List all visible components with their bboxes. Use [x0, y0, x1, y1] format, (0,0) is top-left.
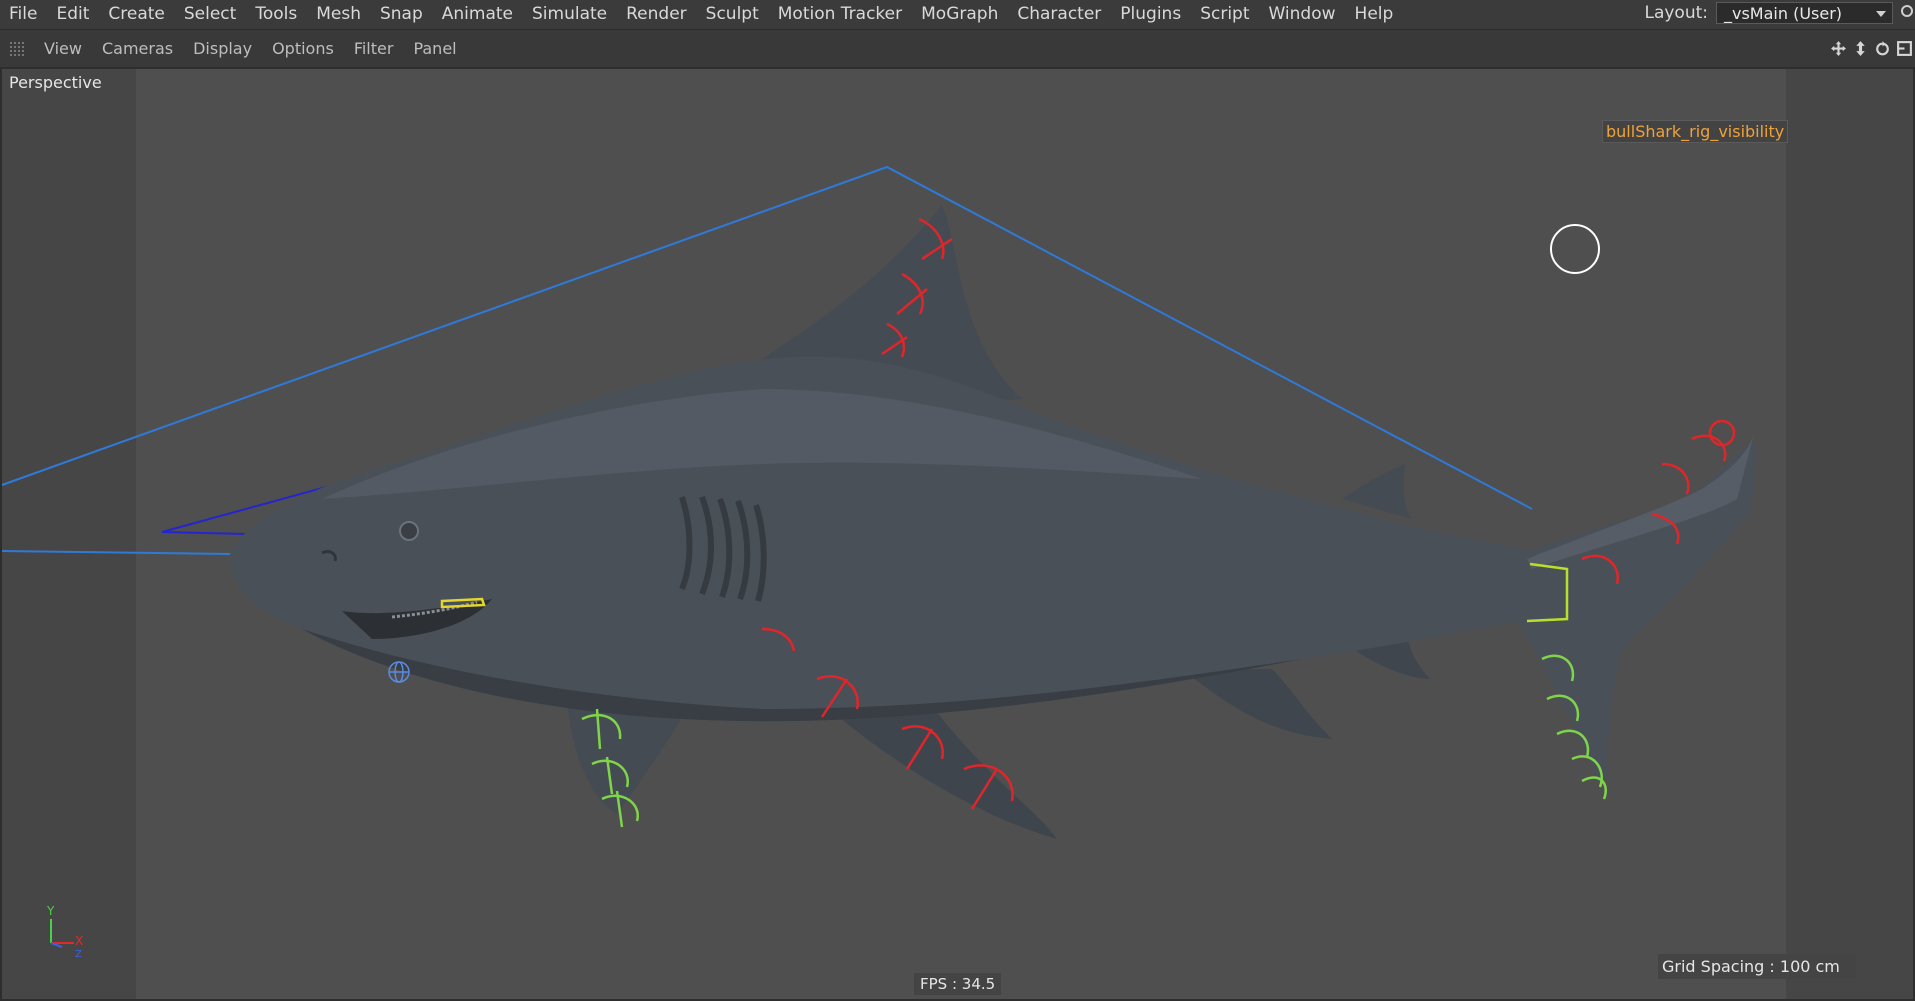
axis-z-label: Z	[75, 949, 82, 960]
viewport-menu-options[interactable]: Options	[262, 30, 344, 67]
panel-grip-icon[interactable]	[9, 40, 25, 57]
menu-create[interactable]: Create	[99, 0, 175, 29]
axis-y-label: Y	[46, 904, 55, 918]
layout-label: Layout:	[1644, 3, 1708, 23]
viewport-menu-cameras[interactable]: Cameras	[92, 30, 183, 67]
rig-spline-snout	[161, 531, 248, 535]
menu-script[interactable]: Script	[1191, 0, 1259, 29]
menu-character[interactable]: Character	[1008, 0, 1111, 29]
menu-edit[interactable]: Edit	[47, 0, 99, 29]
viewport-menu-filter[interactable]: Filter	[344, 30, 404, 67]
brush-cursor-icon	[1550, 224, 1600, 274]
viewport-menu-panel[interactable]: Panel	[403, 30, 466, 67]
menu-motion-tracker[interactable]: Motion Tracker	[769, 0, 912, 29]
menu-sculpt[interactable]: Sculpt	[697, 0, 769, 29]
rotate-view-icon[interactable]	[1874, 40, 1891, 57]
viewport-menu-bar: View Cameras Display Options Filter Pane…	[0, 29, 1915, 67]
axis-gizmo: Y X Z	[46, 904, 83, 960]
fps-readout: FPS : 34.5	[914, 973, 1002, 995]
move-view-icon[interactable]	[1830, 40, 1847, 57]
menu-render[interactable]: Render	[617, 0, 697, 29]
menu-bar: File Edit Create Select Tools Mesh Snap …	[0, 0, 1915, 29]
menu-simulate[interactable]: Simulate	[523, 0, 617, 29]
rig-spline-front	[2, 550, 233, 555]
menu-tools[interactable]: Tools	[246, 0, 307, 29]
layout-dropdown[interactable]: _vsMain (User)	[1716, 2, 1893, 24]
grid-spacing-readout: Grid Spacing : 100 cm	[1658, 954, 1856, 979]
viewport-menu-display[interactable]: Display	[183, 30, 262, 67]
menu-mograph[interactable]: MoGraph	[912, 0, 1008, 29]
shark-model	[229, 205, 1757, 839]
menu-select[interactable]: Select	[175, 0, 246, 29]
chevron-down-icon	[1876, 11, 1886, 17]
shark-second-dorsal-fin	[1342, 464, 1412, 519]
menu-snap[interactable]: Snap	[371, 0, 433, 29]
axis-x-label: X	[75, 934, 83, 948]
camera-label[interactable]: Perspective	[9, 73, 102, 92]
viewport-menu-view[interactable]: View	[34, 30, 92, 67]
menu-help[interactable]: Help	[1346, 0, 1404, 29]
menu-animate[interactable]: Animate	[433, 0, 523, 29]
search-icon[interactable]	[1901, 5, 1913, 17]
perspective-viewport[interactable]: Y X Z Perspective bullShark_rig_visibili…	[0, 67, 1915, 1001]
shark-eye	[399, 521, 419, 541]
layout-selector: Layout: _vsMain (User)	[1644, 2, 1893, 24]
menu-window[interactable]: Window	[1260, 0, 1346, 29]
scene-canvas[interactable]: Y X Z	[2, 69, 1913, 1001]
maximize-view-icon[interactable]	[1896, 40, 1913, 57]
menu-plugins[interactable]: Plugins	[1111, 0, 1191, 29]
layout-value: _vsMain (User)	[1724, 4, 1843, 23]
shark-anal-fin	[1182, 669, 1332, 739]
menu-mesh[interactable]: Mesh	[307, 0, 371, 29]
menu-file[interactable]: File	[0, 0, 47, 29]
dolly-view-icon[interactable]	[1852, 40, 1869, 57]
rig-visibility-tag[interactable]: bullShark_rig_visibility	[1602, 120, 1789, 143]
viewport-nav-icons	[1830, 30, 1915, 67]
